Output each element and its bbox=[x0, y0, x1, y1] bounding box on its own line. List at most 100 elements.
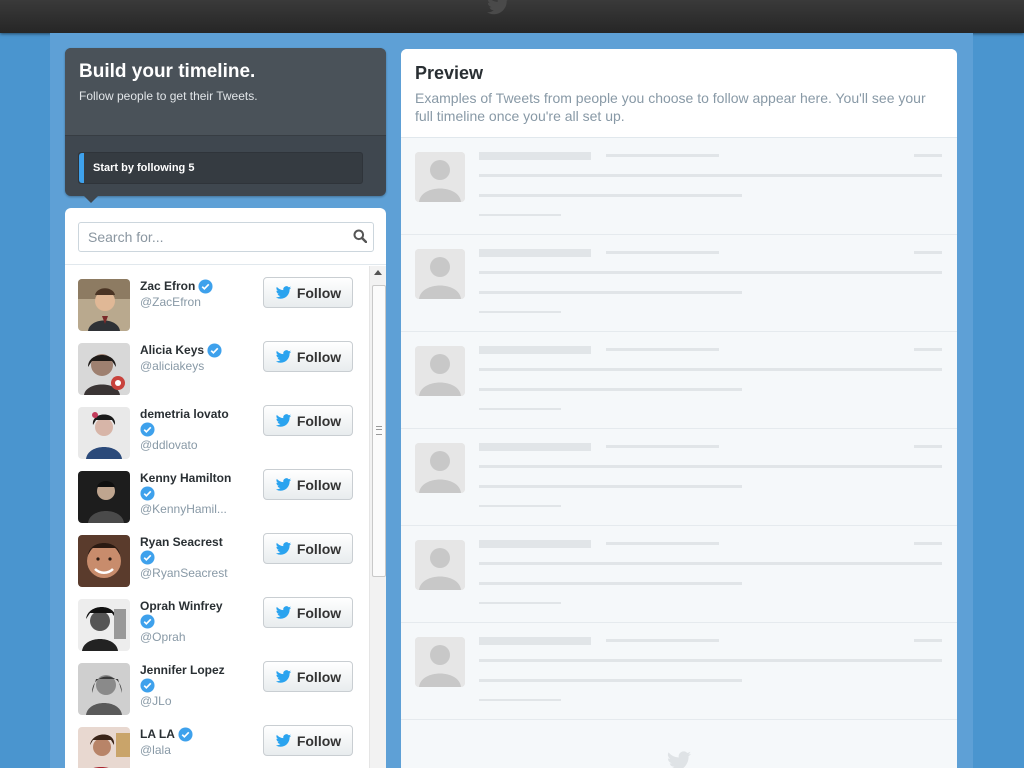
follow-button[interactable]: Follow bbox=[263, 341, 353, 372]
user-name[interactable]: Alicia Keys bbox=[140, 343, 204, 357]
twitter-bird-icon bbox=[275, 477, 292, 491]
panel-pointer-arrow bbox=[84, 196, 98, 203]
placeholder-avatar-icon bbox=[415, 152, 465, 202]
list-item: Kenny Hamilton @KennyHamil... Follow bbox=[78, 469, 364, 535]
user-info: Oprah Winfrey @Oprah bbox=[140, 599, 223, 644]
follow-label: Follow bbox=[296, 284, 342, 301]
avatar[interactable] bbox=[78, 535, 130, 587]
twitter-bird-icon bbox=[275, 413, 292, 427]
placeholder-avatar-icon bbox=[415, 346, 465, 396]
avatar[interactable] bbox=[78, 663, 130, 715]
list-item: Zac Efron @ZacEfron Follow bbox=[78, 277, 364, 343]
preview-description: Examples of Tweets from people you choos… bbox=[415, 90, 926, 124]
twitter-bird-icon bbox=[275, 733, 292, 747]
twitter-bird-icon bbox=[275, 541, 292, 555]
page-subtitle: Follow people to get their Tweets. bbox=[79, 89, 258, 103]
list-item: Oprah Winfrey @Oprah Follow bbox=[78, 597, 364, 663]
placeholder-tweet bbox=[401, 429, 957, 526]
user-info: Ryan Seacrest @RyanSeacrest bbox=[140, 535, 228, 580]
user-info: Zac Efron @ZacEfron bbox=[140, 279, 213, 309]
top-bar bbox=[0, 0, 1024, 33]
placeholder-tweet bbox=[401, 526, 957, 623]
search-input[interactable] bbox=[79, 223, 359, 251]
verified-badge-icon bbox=[140, 486, 155, 501]
follow-label: Follow bbox=[296, 348, 342, 365]
user-handle: @JLo bbox=[140, 694, 172, 708]
follow-button[interactable]: Follow bbox=[263, 725, 353, 756]
twitter-bird-icon bbox=[275, 605, 292, 619]
placeholder-tweet bbox=[401, 235, 957, 332]
user-handle: @Oprah bbox=[140, 630, 186, 644]
user-info: Kenny Hamilton @KennyHamil... bbox=[140, 471, 231, 516]
avatar[interactable] bbox=[78, 599, 130, 651]
scrollbar-thumb[interactable] bbox=[372, 285, 386, 577]
follow-label: Follow bbox=[296, 732, 342, 749]
follow-progress-bar: Start by following 5 bbox=[78, 152, 363, 184]
user-name[interactable]: Zac Efron bbox=[140, 279, 195, 293]
page-title: Build your timeline. bbox=[79, 61, 256, 82]
search-icon[interactable] bbox=[353, 229, 367, 243]
user-name[interactable]: Jennifer Lopez bbox=[140, 663, 225, 677]
placeholder-avatar-icon bbox=[415, 637, 465, 687]
follow-button[interactable]: Follow bbox=[263, 533, 353, 564]
follow-label: Follow bbox=[296, 476, 342, 493]
list-item: Ryan Seacrest @RyanSeacrest Follow bbox=[78, 533, 364, 599]
follow-label: Follow bbox=[296, 540, 342, 557]
avatar[interactable] bbox=[78, 343, 130, 395]
verified-badge-icon bbox=[178, 727, 193, 742]
user-info: LA LA @lala bbox=[140, 727, 193, 757]
follow-label: Follow bbox=[296, 668, 342, 685]
follow-button[interactable]: Follow bbox=[263, 469, 353, 500]
list-item: LA LA @lala Follow bbox=[78, 725, 364, 768]
verified-badge-icon bbox=[140, 550, 155, 565]
verified-badge-icon bbox=[140, 422, 155, 437]
follow-button[interactable]: Follow bbox=[263, 277, 353, 308]
user-name[interactable]: Oprah Winfrey bbox=[140, 599, 223, 613]
build-timeline-panel: Build your timeline. Follow people to ge… bbox=[65, 48, 386, 196]
placeholder-tweet bbox=[401, 332, 957, 429]
list-item: Jennifer Lopez @JLo Follow bbox=[78, 661, 364, 727]
verified-badge-icon bbox=[207, 343, 222, 358]
user-handle: @KennyHamil... bbox=[140, 502, 227, 516]
list-item: demetria lovato @ddlovato Follow bbox=[78, 405, 364, 471]
user-name[interactable]: Kenny Hamilton bbox=[140, 471, 231, 485]
avatar[interactable] bbox=[78, 279, 130, 331]
user-handle: @lala bbox=[140, 743, 171, 758]
progress-fill bbox=[79, 153, 84, 183]
user-name[interactable]: demetria lovato bbox=[140, 407, 229, 421]
user-handle: @ddlovato bbox=[140, 438, 198, 452]
verified-badge-icon bbox=[140, 678, 155, 693]
scroll-up-arrow-icon[interactable] bbox=[374, 270, 382, 275]
follow-button[interactable]: Follow bbox=[263, 661, 353, 692]
preview-header: Preview Examples of Tweets from people y… bbox=[401, 49, 957, 138]
user-handle: @ZacEfron bbox=[140, 295, 201, 310]
placeholder-tweet bbox=[401, 623, 957, 720]
preview-title: Preview bbox=[415, 63, 484, 83]
progress-label: Start by following 5 bbox=[93, 162, 195, 174]
grip-icon bbox=[376, 426, 382, 435]
list-item: Alicia Keys @aliciakeys Follow bbox=[78, 341, 364, 407]
list-scrollbar[interactable] bbox=[369, 266, 386, 768]
divider bbox=[65, 264, 386, 265]
avatar[interactable] bbox=[78, 407, 130, 459]
follow-button[interactable]: Follow bbox=[263, 597, 353, 628]
placeholder-avatar-icon bbox=[415, 540, 465, 590]
twitter-bird-logo-icon bbox=[487, 0, 508, 15]
user-info: Alicia Keys @aliciakeys bbox=[140, 343, 222, 373]
twitter-bird-icon bbox=[275, 349, 292, 363]
twitter-bird-icon bbox=[667, 751, 692, 768]
user-info: Jennifer Lopez @JLo bbox=[140, 663, 225, 708]
user-handle: @aliciakeys bbox=[140, 359, 205, 374]
placeholder-avatar-icon bbox=[415, 443, 465, 493]
verified-badge-icon bbox=[140, 614, 155, 629]
avatar[interactable] bbox=[78, 471, 130, 523]
suggested-users-panel: Zac Efron @ZacEfron Follow Alicia Keys @… bbox=[65, 208, 386, 768]
user-name[interactable]: Ryan Seacrest bbox=[140, 535, 223, 549]
verified-badge-icon bbox=[198, 279, 213, 294]
user-handle: @RyanSeacrest bbox=[140, 566, 228, 580]
user-name[interactable]: LA LA bbox=[140, 727, 175, 741]
search-box[interactable] bbox=[78, 222, 374, 252]
follow-button[interactable]: Follow bbox=[263, 405, 353, 436]
twitter-bird-icon bbox=[275, 285, 292, 299]
avatar[interactable] bbox=[78, 727, 130, 768]
